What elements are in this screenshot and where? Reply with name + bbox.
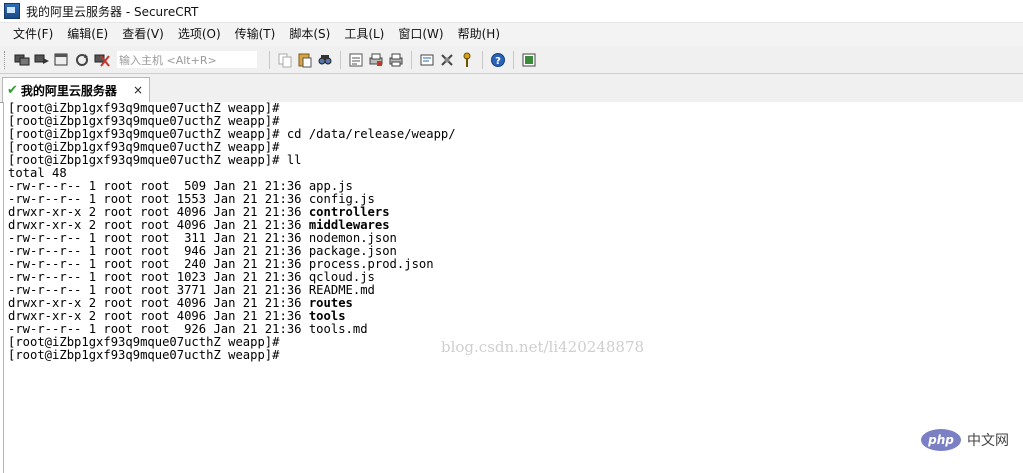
menu-options[interactable]: 选项(O)	[171, 23, 228, 46]
terminal-line-text: [root@iZbp1gxf93q9mque07ucthZ weapp]#	[8, 335, 280, 349]
file-meta: -rw-r--r-- 1 root root 926 Jan 21 21:36	[8, 322, 309, 336]
file-name: package.json	[308, 244, 397, 258]
file-name: app.js	[308, 179, 353, 193]
toolbar-separator	[513, 50, 514, 69]
toolbar: 输入主机 <Alt+R> ?	[0, 46, 1023, 74]
file-meta: -rw-r--r-- 1 root root 240 Jan 21 21:36	[8, 257, 309, 271]
connect-icon[interactable]	[13, 51, 31, 69]
terminal-line-text: total 48	[8, 166, 67, 180]
terminal-view[interactable]: [root@iZbp1gxf93q9mque07ucthZ weapp]# [ro…	[3, 102, 1023, 473]
svg-text:?: ?	[495, 56, 501, 67]
toolbar-separator	[411, 50, 412, 69]
php-logo: php	[921, 429, 961, 451]
securecrt-app-icon	[4, 3, 20, 19]
watermark: blog.csdn.net/li420248878	[441, 338, 645, 356]
file-name: middlewares	[308, 218, 390, 232]
file-meta: -rw-r--r-- 1 root root 509 Jan 21 21:36	[8, 179, 309, 193]
terminal-line-text: [root@iZbp1gxf93q9mque07ucthZ weapp]#	[8, 114, 280, 128]
connected-check-icon: ✔	[7, 82, 18, 98]
toolbar-separator	[269, 50, 270, 69]
menu-file[interactable]: 文件(F)	[6, 23, 60, 46]
print-setup-icon[interactable]	[347, 51, 365, 69]
window-title: 我的阿里云服务器 - SecureCRT	[26, 4, 199, 19]
session-options-icon[interactable]	[418, 51, 436, 69]
menu-help[interactable]: 帮助(H)	[451, 23, 507, 46]
file-meta: drwxr-xr-x 2 root root 4096 Jan 21 21:36	[8, 296, 309, 310]
copy-icon[interactable]	[276, 51, 294, 69]
menu-bar: 文件(F) 编辑(E) 查看(V) 选项(O) 传输(T) 脚本(S) 工具(L…	[0, 23, 1023, 46]
file-name: process.prod.json	[308, 257, 434, 271]
paste-icon[interactable]	[296, 51, 314, 69]
file-meta: -rw-r--r-- 1 root root 946 Jan 21 21:36	[8, 244, 309, 258]
connect-in-tab-icon[interactable]	[53, 51, 71, 69]
print-selection-icon[interactable]	[367, 51, 385, 69]
toolbar-separator	[340, 50, 341, 69]
file-meta: -rw-r--r-- 1 root root 311 Jan 21 21:36	[8, 231, 309, 245]
file-name: README.md	[308, 283, 375, 297]
help-icon[interactable]: ?	[489, 51, 507, 69]
file-name: tools.md	[308, 322, 368, 336]
file-meta: drwxr-xr-x 2 root root 4096 Jan 21 21:36	[8, 309, 309, 323]
menu-tools[interactable]: 工具(L)	[337, 23, 391, 46]
file-name: tools	[308, 309, 346, 323]
disconnect-icon[interactable]	[93, 51, 111, 69]
corner-logo: php 中文网	[921, 429, 1009, 451]
file-meta: -rw-r--r-- 1 root root 3771 Jan 21 21:36	[8, 283, 309, 297]
menu-window[interactable]: 窗口(W)	[391, 23, 450, 46]
tab-my-aliyun-server[interactable]: ✔ 我的阿里云服务器 ×	[2, 77, 150, 102]
php-logo-text: 中文网	[967, 433, 1009, 449]
terminal-line-text: [root@iZbp1gxf93q9mque07ucthZ weapp]#	[8, 348, 280, 362]
toolbar-separator	[482, 50, 483, 69]
terminal-line: [root@iZbp1gxf93q9mque07ucthZ weapp]#	[8, 349, 456, 362]
file-name: nodemon.json	[308, 231, 397, 245]
file-name: routes	[308, 296, 353, 310]
global-options-icon[interactable]	[438, 51, 456, 69]
title-bar: 我的阿里云服务器 - SecureCRT	[0, 0, 1023, 23]
print-icon[interactable]	[387, 51, 405, 69]
sftp-icon[interactable]	[520, 51, 538, 69]
find-icon[interactable]	[316, 51, 334, 69]
file-name: controllers	[308, 205, 390, 219]
terminal-line-text: [root@iZbp1gxf93q9mque07ucthZ weapp]# ll	[8, 153, 302, 167]
command-input[interactable]: 输入主机 <Alt+R>	[116, 50, 258, 69]
file-meta: -rw-r--r-- 1 root root 1553 Jan 21 21:36	[8, 192, 309, 206]
tab-label: 我的阿里云服务器	[20, 83, 117, 98]
terminal-output: [root@iZbp1gxf93q9mque07ucthZ weapp]# [ro…	[8, 102, 456, 362]
terminal-line: [root@iZbp1gxf93q9mque07ucthZ weapp]# ll	[8, 154, 456, 167]
menu-view[interactable]: 查看(V)	[115, 23, 171, 46]
key-icon[interactable]	[458, 51, 476, 69]
reconnect-icon[interactable]	[73, 51, 91, 69]
terminal-line-text: [root@iZbp1gxf93q9mque07ucthZ weapp]# cd…	[8, 127, 456, 141]
tab-close-icon[interactable]: ×	[133, 83, 143, 97]
menu-transfer[interactable]: 传输(T)	[228, 23, 283, 46]
file-meta: drwxr-xr-x 2 root root 4096 Jan 21 21:36	[8, 218, 309, 232]
menu-edit[interactable]: 编辑(E)	[60, 23, 115, 46]
file-name: config.js	[308, 192, 375, 206]
file-name: qcloud.js	[308, 270, 375, 284]
menu-script[interactable]: 脚本(S)	[282, 23, 337, 46]
terminal-line-text: [root@iZbp1gxf93q9mque07ucthZ weapp]#	[8, 140, 280, 154]
session-tab-strip: ✔ 我的阿里云服务器 ×	[0, 74, 1023, 103]
file-meta: drwxr-xr-x 2 root root 4096 Jan 21 21:36	[8, 205, 309, 219]
quick-connect-icon[interactable]	[33, 51, 51, 69]
toolbar-grip[interactable]	[4, 50, 8, 69]
file-meta: -rw-r--r-- 1 root root 1023 Jan 21 21:36	[8, 270, 309, 284]
